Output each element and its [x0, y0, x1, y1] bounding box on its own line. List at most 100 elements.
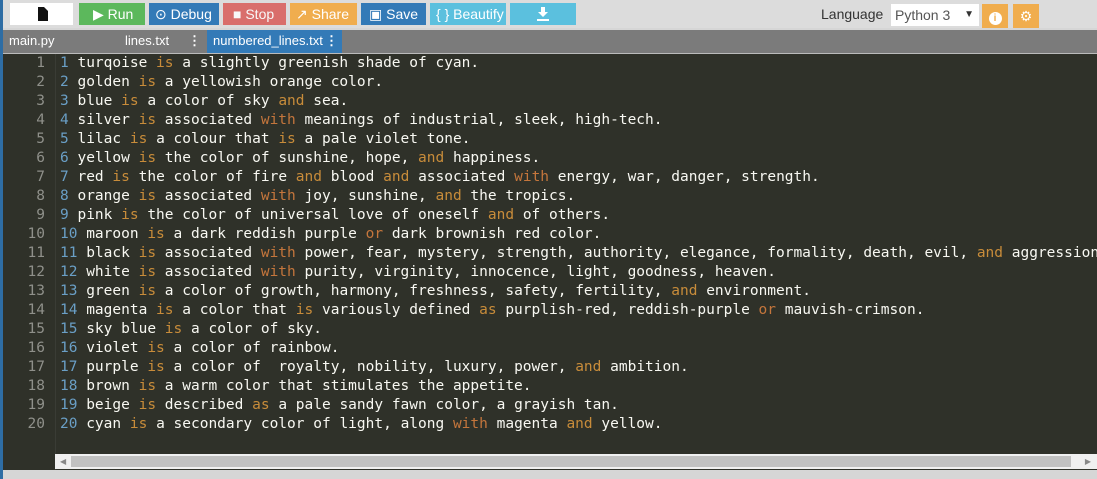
code-line[interactable]: 9 pink is the color of universal love of…: [60, 206, 610, 225]
code-line[interactable]: 18 brown is a warm color that stimulates…: [60, 377, 532, 396]
number-token: 19: [60, 397, 78, 413]
run-button[interactable]: ▶ Run: [79, 3, 145, 25]
text-token: color: [191, 359, 235, 375]
tab-menu-icon[interactable]: ⋮: [188, 30, 201, 51]
text-token: oneself: [418, 207, 480, 223]
keyword-token: is: [121, 93, 139, 109]
code-line[interactable]: 7 red is the color of fire and blood and…: [60, 168, 820, 187]
text-token: ,: [391, 283, 410, 299]
code-line[interactable]: 16 violet is a color of rainbow.: [60, 339, 339, 358]
code-line[interactable]: 3 blue is a color of sky and sea.: [60, 92, 348, 111]
text-token: others: [549, 207, 602, 223]
text-token: colour: [173, 131, 226, 147]
text-token: associated: [164, 112, 253, 128]
share-button[interactable]: ↗ Share: [290, 3, 357, 25]
text-token: described: [164, 397, 244, 413]
text-token: happiness: [452, 150, 532, 166]
line-number: 17: [27, 359, 45, 375]
code-line[interactable]: 19 beige is described as a pale sandy fa…: [60, 396, 619, 415]
text-token: innocence: [470, 264, 549, 280]
code-line[interactable]: 1 turqoise is a slightly greenish shade …: [60, 54, 479, 73]
text-token: ,: [610, 302, 628, 318]
stop-button[interactable]: ■ Stop: [223, 3, 286, 25]
line-number: 6: [36, 150, 45, 166]
text-token: rainbow: [269, 340, 331, 356]
code-line[interactable]: 5 lilac is a colour that is a pale viole…: [60, 130, 470, 149]
tab-lines-txt[interactable]: lines.txt ⋮: [119, 30, 209, 53]
save-button[interactable]: ▣ Save: [361, 3, 426, 25]
code-line[interactable]: 11 black is associated with power, fear,…: [60, 244, 1097, 263]
tab-label: numbered_lines.txt: [213, 33, 323, 48]
tab-numbered-lines-txt[interactable]: numbered_lines.txt ⋮: [207, 30, 342, 53]
text-token: ,: [557, 359, 576, 375]
code-line[interactable]: 20 cyan is a secondary color of light, a…: [60, 415, 663, 434]
text-token: color: [435, 397, 480, 413]
code-editor[interactable]: 1 2 3 4 5 6 7 8 9 10 11 12 13 14 15 16 17 18 19 20 1 turqoi…: [3, 54, 1097, 470]
line-number: 13: [27, 283, 45, 299]
code-line[interactable]: 15 sky blue is a color of sky.: [60, 320, 322, 339]
text-token: of: [252, 150, 270, 166]
scroll-right-icon[interactable]: ▶: [1085, 454, 1091, 469]
keyword-token: with: [260, 245, 296, 261]
keyword-token: is: [138, 74, 157, 90]
line-number: 5: [36, 131, 45, 147]
code-line[interactable]: 8 orange is associated with joy, sunshin…: [60, 187, 575, 206]
line-number: 8: [36, 188, 45, 204]
text-token: red: [583, 302, 611, 318]
debug-button[interactable]: ⊙ Debug: [149, 3, 219, 25]
code-line[interactable]: 6 yellow is the color of sunshine, hope,…: [60, 149, 540, 168]
text-token: yellow: [77, 150, 130, 166]
beautify-button[interactable]: { } Beautify: [430, 3, 506, 25]
text-token: .: [767, 264, 777, 280]
number-token: 7: [60, 169, 69, 185]
file-button[interactable]: [10, 3, 73, 25]
save-label: Save: [386, 6, 419, 22]
info-button[interactable]: i: [982, 4, 1008, 28]
tab-main-py[interactable]: main.py: [3, 30, 103, 53]
text-token: -: [610, 112, 619, 128]
settings-button[interactable]: ⚙: [1013, 4, 1039, 28]
code-line[interactable]: 14 magenta is a color that is variously …: [60, 301, 924, 320]
text-token: -: [845, 302, 855, 318]
code-line[interactable]: 2 golden is a yellowish orange color.: [60, 73, 383, 92]
language-select[interactable]: Python 3 ▼: [891, 4, 979, 26]
number-token: 13: [60, 283, 78, 299]
text-token: -: [575, 302, 584, 318]
text-token: green: [86, 283, 130, 299]
code-line[interactable]: 10 maroon is a dark reddish purple or da…: [60, 225, 601, 244]
text-token: slightly: [199, 55, 270, 71]
scroll-left-icon[interactable]: ◀: [60, 454, 66, 469]
code-line[interactable]: 12 white is associated with purity, virg…: [60, 263, 776, 282]
keyword-token: is: [138, 397, 157, 413]
text-token: ,: [479, 245, 497, 261]
tab-menu-icon[interactable]: ⋮: [325, 30, 338, 51]
code-line[interactable]: 13 green is a color of growth, harmony, …: [60, 282, 811, 301]
line-number: 9: [36, 207, 45, 223]
download-button[interactable]: [510, 3, 576, 25]
code-line[interactable]: 17 purple is a color of royalty, nobilit…: [60, 358, 689, 377]
text-token: of: [383, 112, 401, 128]
text-token: industrial: [409, 112, 497, 128]
code-line[interactable]: 4 silver is associated with meanings of …: [60, 111, 663, 130]
text-token: greenish: [278, 55, 349, 71]
scrollbar-thumb[interactable]: [71, 456, 1071, 467]
text-token: defined: [409, 302, 471, 318]
horizontal-scrollbar[interactable]: ◀ ▶: [55, 454, 1097, 469]
